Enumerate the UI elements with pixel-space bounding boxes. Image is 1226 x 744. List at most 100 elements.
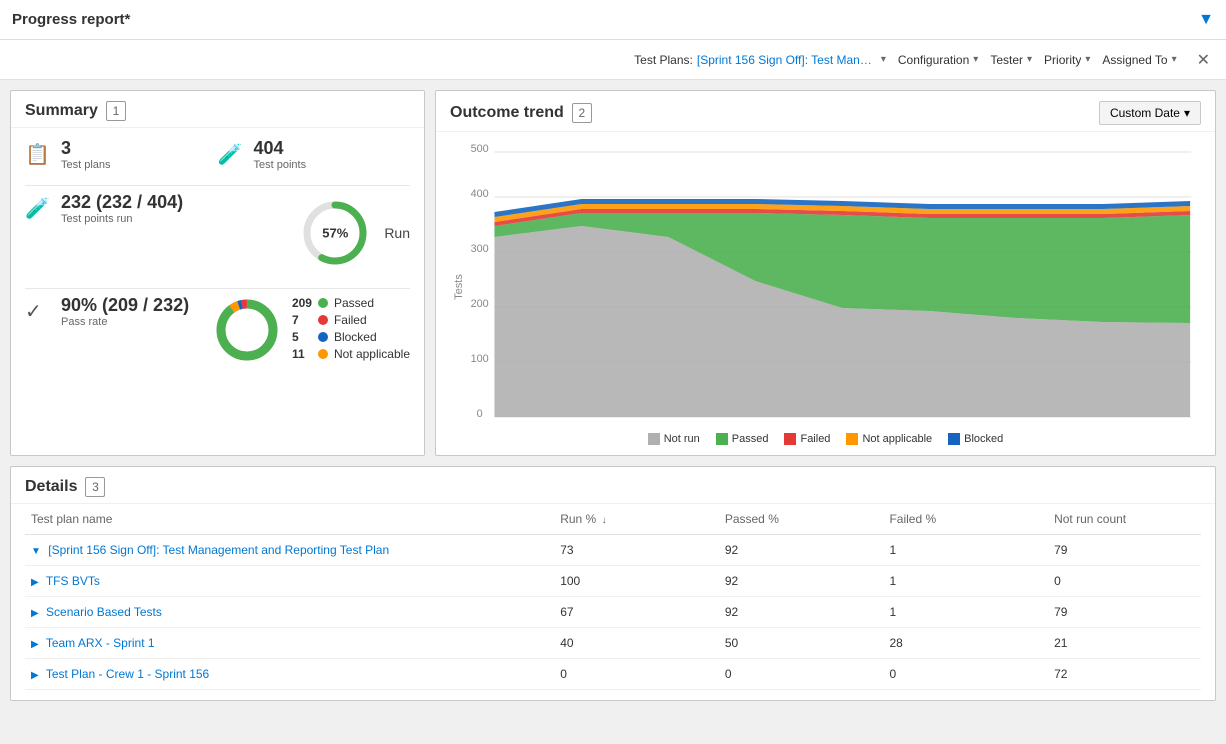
- table-row: ▶ TFS BVTs 100 92 1 0: [25, 566, 1201, 597]
- blocked-legend-icon: [948, 433, 960, 445]
- notrun-cell: 79: [1048, 535, 1201, 566]
- main-content: Summary 1 📋 3 Test plans 🧪: [0, 80, 1226, 711]
- tester-label: Tester: [990, 53, 1023, 67]
- svg-text:500: 500: [471, 143, 489, 155]
- row-link[interactable]: Scenario Based Tests: [46, 605, 162, 619]
- blocked-count: 5: [292, 330, 312, 344]
- table-body: ▼ [Sprint 156 Sign Off]: Test Management…: [25, 535, 1201, 690]
- passed-legend-icon: [716, 433, 728, 445]
- run-desc-label: Run: [384, 225, 410, 241]
- test-points-stat: 🧪 404 Test points: [218, 138, 411, 171]
- passed-cell: 92: [719, 597, 884, 628]
- row-name-cell: ▶ Scenario Based Tests: [25, 597, 554, 628]
- configuration-filter[interactable]: Configuration ▾: [898, 53, 978, 67]
- expand-icon[interactable]: ▼: [31, 546, 41, 557]
- row-link[interactable]: TFS BVTs: [46, 574, 100, 588]
- details-header: Details 3: [11, 467, 1215, 504]
- pass-legend: 209 Passed 7 Failed 5: [292, 296, 410, 364]
- run-cell: 100: [554, 566, 719, 597]
- svg-text:200: 200: [471, 298, 489, 310]
- run-cell: 73: [554, 535, 719, 566]
- failed-cell: 0: [883, 659, 1048, 690]
- legend-passed: 209 Passed: [292, 296, 410, 310]
- legend-not-applicable: 11 Not applicable: [292, 347, 410, 361]
- pass-donut: [212, 295, 282, 365]
- legend-blocked: 5 Blocked: [292, 330, 410, 344]
- assigned-to-label: Assigned To: [1102, 53, 1167, 67]
- pass-rate-stat: ✓ 90% (209 / 232) Pass rate: [25, 295, 212, 328]
- legend-failed: 7 Failed: [292, 313, 410, 327]
- tester-chevron-icon: ▾: [1027, 54, 1032, 65]
- trend-header: Outcome trend 2 Custom Date ▾: [436, 91, 1215, 132]
- run-percent-label: 57%: [322, 226, 348, 241]
- svg-text:100: 100: [471, 353, 489, 365]
- not-applicable-count: 11: [292, 347, 312, 361]
- tester-filter[interactable]: Tester ▾: [990, 53, 1032, 67]
- test-plans-value: [Sprint 156 Sign Off]: Test Management a…: [697, 53, 877, 67]
- notrun-cell: 21: [1048, 628, 1201, 659]
- svg-text:300: 300: [471, 243, 489, 255]
- failed-cell: 1: [883, 597, 1048, 628]
- pass-donut-row: 209 Passed 7 Failed 5: [212, 295, 410, 365]
- legend-passed-chart: Passed: [716, 433, 769, 445]
- not-applicable-label: Not applicable: [334, 347, 410, 361]
- test-plans-chevron-icon: ▾: [881, 54, 886, 65]
- page-title: Progress report*: [12, 11, 130, 28]
- priority-chevron-icon: ▾: [1085, 54, 1090, 65]
- filter-icon[interactable]: ▼: [1198, 11, 1214, 29]
- expand-icon[interactable]: ▶: [31, 670, 39, 681]
- failed-label: Failed: [334, 313, 367, 327]
- custom-date-button[interactable]: Custom Date ▾: [1099, 101, 1201, 125]
- top-bar: Progress report* ▼: [0, 0, 1226, 40]
- passed-legend-label: Passed: [732, 433, 769, 445]
- test-points-label: Test points: [254, 159, 307, 171]
- svg-text:400: 400: [471, 188, 489, 200]
- col-failed-header: Failed %: [883, 504, 1048, 535]
- summary-title: Summary: [25, 102, 98, 120]
- filter-close-button[interactable]: ✕: [1197, 50, 1210, 70]
- priority-filter[interactable]: Priority ▾: [1044, 53, 1090, 67]
- test-plans-stat: 📋 3 Test plans: [25, 138, 218, 171]
- notrun-cell: 79: [1048, 597, 1201, 628]
- header-row: Test plan name Run % ↓ Passed % Failed %…: [25, 504, 1201, 535]
- configuration-label: Configuration: [898, 53, 969, 67]
- pass-rate-label: Pass rate: [61, 316, 189, 328]
- run-value: 232 (232 / 404): [61, 192, 183, 213]
- run-label: Test points run: [61, 213, 183, 225]
- chart-legend: Not run Passed Failed Not applicable: [450, 433, 1201, 445]
- expand-icon[interactable]: ▶: [31, 639, 39, 650]
- col-notrun-header: Not run count: [1048, 504, 1201, 535]
- details-number: 3: [85, 477, 105, 497]
- row-name-cell: ▶ TFS BVTs: [25, 566, 554, 597]
- blocked-dot: [318, 332, 328, 342]
- row-name-cell: ▶ Team ARX - Sprint 1: [25, 628, 554, 659]
- assigned-to-filter[interactable]: Assigned To ▾: [1102, 53, 1176, 67]
- filter-bar: Test Plans: [Sprint 156 Sign Off]: Test …: [0, 40, 1226, 80]
- row-link[interactable]: [Sprint 156 Sign Off]: Test Management a…: [48, 543, 389, 557]
- configuration-chevron-icon: ▾: [973, 54, 978, 65]
- test-plans-value: 3: [61, 138, 111, 159]
- col-run-header[interactable]: Run % ↓: [554, 504, 719, 535]
- not-applicable-dot: [318, 349, 328, 359]
- notrun-cell: 0: [1048, 566, 1201, 597]
- pass-rate-value: 90% (209 / 232): [61, 295, 189, 316]
- row-name-cell: ▼ [Sprint 156 Sign Off]: Test Management…: [25, 535, 554, 566]
- row-link[interactable]: Test Plan - Crew 1 - Sprint 156: [46, 667, 209, 681]
- pass-rate-row: ✓ 90% (209 / 232) Pass rate: [25, 295, 410, 365]
- test-plans-filter[interactable]: Test Plans: [Sprint 156 Sign Off]: Test …: [634, 53, 886, 67]
- row-link[interactable]: Team ARX - Sprint 1: [46, 636, 155, 650]
- summary-panel: Summary 1 📋 3 Test plans 🧪: [10, 90, 425, 456]
- not-applicable-legend-icon: [846, 433, 858, 445]
- col-passed-header: Passed %: [719, 504, 884, 535]
- passed-dot: [318, 298, 328, 308]
- summary-header: Summary 1: [11, 91, 424, 128]
- test-points-icon: 🧪: [218, 142, 244, 167]
- trend-title: Outcome trend: [450, 104, 564, 122]
- outcome-trend-panel: Outcome trend 2 Custom Date ▾ 0 100 200 …: [435, 90, 1216, 456]
- failed-legend-label: Failed: [800, 433, 830, 445]
- expand-icon[interactable]: ▶: [31, 608, 39, 619]
- blocked-legend-label: Blocked: [964, 433, 1003, 445]
- summary-content: 📋 3 Test plans 🧪 404 Test points: [11, 128, 424, 389]
- expand-icon[interactable]: ▶: [31, 577, 39, 588]
- legend-not-run: Not run: [648, 433, 700, 445]
